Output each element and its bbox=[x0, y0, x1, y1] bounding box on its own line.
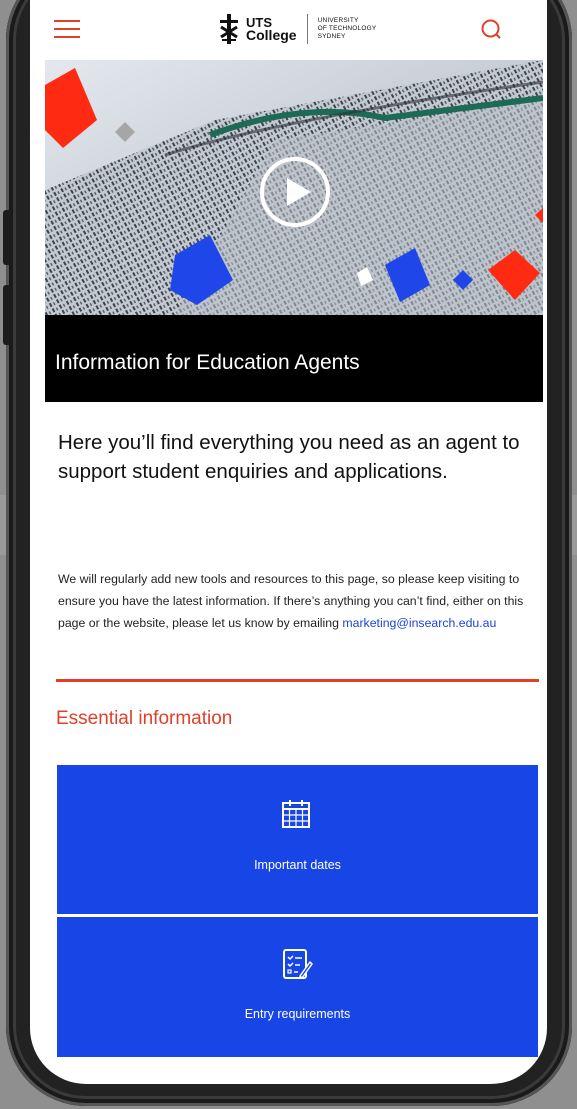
intro-heading: Here you’ll find everything you need as … bbox=[58, 431, 520, 483]
calendar-icon bbox=[282, 800, 310, 828]
entry-requirements-tile[interactable]: Entry requirements bbox=[57, 917, 538, 1057]
logo-emblem-icon bbox=[220, 14, 238, 44]
intro-paragraph: We will regularly add new tools and reso… bbox=[58, 572, 524, 630]
phone-screen: UTS College UNIVERSITY OF TECHNOLOGY SYD… bbox=[30, 0, 547, 1084]
tile-label: Entry requirements bbox=[244, 1007, 351, 1021]
logo-college-text: College bbox=[246, 27, 297, 43]
search-icon[interactable] bbox=[480, 18, 504, 42]
menu-icon[interactable] bbox=[54, 20, 80, 40]
email-link[interactable]: marketing@insearch.edu.au bbox=[342, 616, 496, 630]
phone-side-button bbox=[3, 210, 11, 265]
important-dates-tile[interactable]: Important dates bbox=[57, 765, 538, 914]
phone-side-button bbox=[3, 285, 11, 345]
section-divider bbox=[56, 679, 539, 682]
uts-college-logo[interactable]: UTS College UNIVERSITY OF TECHNOLOGY SYD… bbox=[218, 12, 376, 46]
site-header: UTS College UNIVERSITY OF TECHNOLOGY SYD… bbox=[30, 0, 547, 60]
checklist-icon bbox=[283, 949, 313, 980]
play-icon[interactable] bbox=[259, 156, 331, 228]
logo-university-text: UNIVERSITY OF TECHNOLOGY SYDNEY bbox=[317, 17, 377, 40]
tile-label: Important dates bbox=[254, 858, 341, 872]
logo-divider bbox=[306, 14, 308, 44]
page-title: Information for Education Agents bbox=[55, 351, 360, 374]
section-title-essential: Essential information bbox=[56, 708, 233, 729]
hero-video[interactable] bbox=[45, 60, 543, 315]
hero-title-bar: Information for Education Agents bbox=[45, 315, 543, 402]
